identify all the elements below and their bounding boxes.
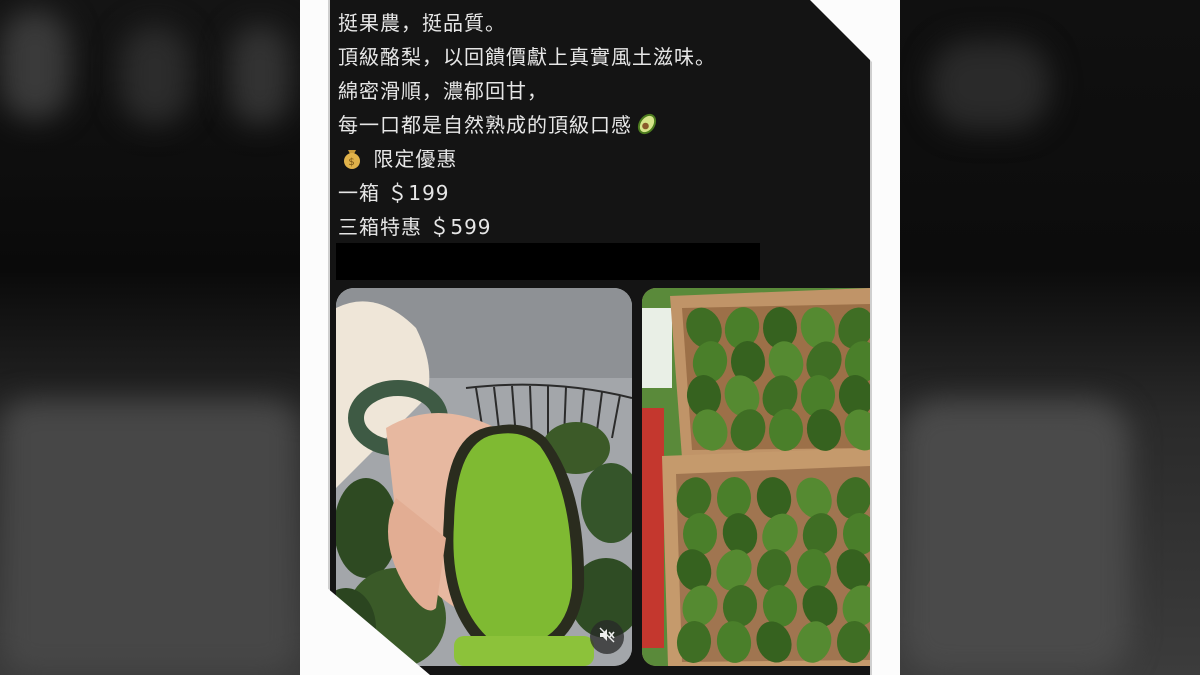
post-body: 挺果農，挺品質。 頂級酪梨，以回饋價獻上真實風土滋味。 綿密滑順，濃郁回甘， 每… [338,6,858,244]
svg-text:$: $ [348,157,355,168]
blurred-background-left [0,0,300,675]
post-line-1: 挺果農，挺品質。 [338,11,506,35]
price-three-boxes: 三箱特惠 ＄599 [338,215,492,239]
avocado-fruit [683,513,717,555]
post-line-5: $ 限定優惠 [338,142,858,176]
money-bag-icon: $ [340,146,364,180]
muted-speaker-icon [598,626,616,648]
redaction-bar [336,243,760,280]
blurred-background-right [900,0,1200,675]
post-line-3: 綿密滑順，濃郁回甘， [338,79,548,103]
price-single-box: 一箱 ＄199 [338,181,450,205]
promo-label: 限定優惠 [373,147,458,171]
post-line-4: 每一口都是自然熟成的頂級口感 [338,108,858,142]
hand-holding-avocado-photo[interactable] [336,288,632,666]
mute-button[interactable] [590,620,624,654]
post-line-2: 頂級酪梨，以回饋價獻上真實風土滋味。 [338,45,716,69]
post-line-4-text: 每一口都是自然熟成的頂級口感 [338,113,632,137]
social-post-card: 挺果農，挺品質。 頂級酪梨，以回饋價獻上真實風土滋味。 綿密滑順，濃郁回甘， 每… [300,0,900,675]
avocado-icon [634,110,660,146]
avocado-boxes-photo[interactable] [642,288,870,666]
